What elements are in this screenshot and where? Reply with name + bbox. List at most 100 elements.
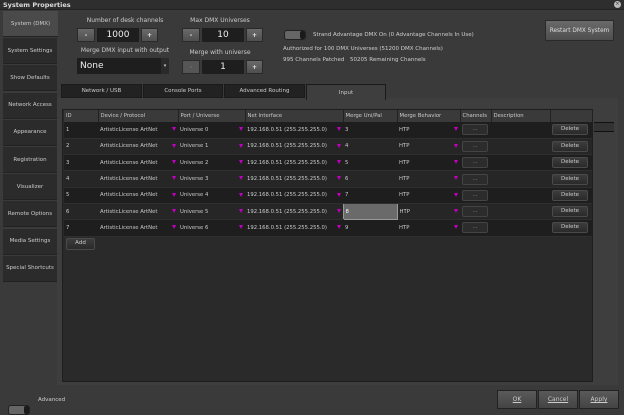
cell-merge[interactable]: 6 [343, 170, 397, 188]
cell-net[interactable]: 192.168.0.51 (255.255.255.0) [245, 203, 343, 221]
dropdown-arrow-icon[interactable] [454, 127, 458, 131]
cell-net[interactable]: 192.168.0.51 (255.255.255.0) [245, 138, 343, 156]
cell-device[interactable]: ArtisticLicense ArtNet [98, 203, 178, 221]
chevron-down-icon[interactable]: ▾ [161, 58, 169, 74]
dropdown-arrow-icon[interactable] [172, 160, 176, 165]
cell-desc[interactable] [491, 122, 550, 139]
cell-merge[interactable]: 7 [343, 187, 397, 204]
cell-port[interactable]: Universe 4 [178, 187, 245, 204]
cell-channels[interactable]: ... [460, 138, 491, 156]
dropdown-arrow-icon[interactable] [337, 192, 341, 197]
sidebar-item-visualizer[interactable]: Visualizer [3, 174, 57, 201]
max-universes-minus-button[interactable]: - [182, 28, 200, 42]
dropdown-arrow-icon[interactable] [172, 225, 176, 230]
dropdown-arrow-icon[interactable] [172, 192, 176, 197]
sidebar-item-system-dmx[interactable]: System (DMX) [3, 11, 58, 37]
cell-merge[interactable]: 4 [343, 138, 397, 156]
channels-button[interactable]: ... [462, 206, 488, 218]
channels-button[interactable]: ... [462, 140, 488, 152]
dropdown-arrow-icon[interactable] [337, 160, 341, 165]
sidebar-item-remote-options[interactable]: Remote Options [3, 201, 57, 228]
cell-merge[interactable]: 8 [342, 202, 398, 221]
cell-port[interactable]: Universe 1 [178, 138, 245, 156]
cell-merge[interactable]: 3 [343, 122, 397, 139]
column-header[interactable] [550, 110, 593, 122]
cell-channels[interactable]: ... [460, 170, 491, 188]
cell-merge[interactable]: 5 [343, 154, 397, 172]
cell-device[interactable]: ArtisticLicense ArtNet [98, 122, 178, 139]
advanced-toggle[interactable] [8, 405, 30, 415]
cell-device[interactable]: ArtisticLicense ArtNet [98, 187, 178, 204]
cell-device[interactable]: ArtisticLicense ArtNet [98, 219, 178, 237]
cell-desc[interactable] [491, 187, 550, 204]
channels-button[interactable]: ... [462, 124, 488, 136]
delete-button[interactable]: Delete [552, 189, 588, 201]
cell-desc[interactable] [491, 203, 550, 221]
cell-desc[interactable] [491, 154, 550, 172]
sidebar-item-appearance[interactable]: Appearance [3, 119, 57, 146]
cell-behavior[interactable]: HTP [397, 170, 460, 188]
channels-button[interactable]: ... [462, 189, 488, 201]
dropdown-arrow-icon[interactable] [337, 176, 341, 181]
add-button[interactable]: Add [66, 238, 95, 250]
sidebar-item-media-settings[interactable]: Media Settings [3, 228, 57, 255]
tab-console-ports[interactable]: Console Ports [143, 84, 223, 98]
column-header[interactable]: ID [64, 110, 99, 122]
merge-input-select[interactable]: None [77, 58, 161, 74]
delete-button[interactable]: Delete [552, 222, 588, 234]
cell-behavior[interactable]: HTP [397, 122, 460, 139]
tab-advanced-routing[interactable]: Advanced Routing [224, 84, 305, 98]
dropdown-arrow-icon[interactable] [239, 176, 243, 181]
merge-universe-minus-button[interactable]: - [182, 60, 200, 74]
delete-button[interactable]: Delete [552, 140, 588, 152]
cell-port[interactable]: Universe 6 [178, 219, 245, 237]
column-header[interactable]: Device / Protocol [98, 110, 179, 122]
column-header[interactable]: Description [491, 110, 551, 122]
cell-merge[interactable]: 9 [343, 219, 397, 237]
dropdown-arrow-icon[interactable] [239, 127, 243, 131]
channels-button[interactable]: ... [462, 173, 488, 185]
dropdown-arrow-icon[interactable] [336, 208, 341, 213]
dropdown-arrow-icon[interactable] [337, 127, 341, 131]
delete-button[interactable]: Delete [552, 206, 588, 218]
dropdown-arrow-icon[interactable] [172, 143, 176, 148]
scrollbar-handle[interactable] [594, 122, 614, 132]
cell-net[interactable]: 192.168.0.51 (255.255.255.0) [245, 122, 343, 139]
dropdown-arrow-icon[interactable] [239, 192, 243, 197]
cell-device[interactable]: ArtisticLicense ArtNet [98, 170, 178, 188]
dropdown-arrow-icon[interactable] [239, 225, 243, 230]
cell-behavior[interactable]: HTP [397, 187, 460, 204]
merge-universe-input[interactable]: 1 [202, 60, 244, 74]
column-header[interactable]: Net Interface [245, 110, 344, 122]
advantage-toggle[interactable] [284, 30, 306, 40]
cell-behavior[interactable]: HTP [397, 203, 460, 221]
cell-port[interactable]: Universe 5 [178, 203, 245, 221]
max-universes-plus-button[interactable]: + [246, 28, 263, 42]
dropdown-arrow-icon[interactable] [239, 160, 243, 165]
column-header[interactable]: Merge Behavior [397, 110, 461, 122]
sidebar-item-network-access[interactable]: Network Access [3, 92, 57, 119]
dropdown-arrow-icon[interactable] [239, 143, 243, 148]
sidebar-item-show-defaults[interactable]: Show Defaults [3, 65, 57, 92]
column-header[interactable]: Port / Universe [178, 110, 246, 122]
restart-dmx-button[interactable]: Restart DMX System [545, 20, 614, 41]
dropdown-arrow-icon[interactable] [454, 143, 458, 148]
ok-button[interactable]: OK [497, 390, 537, 409]
cell-channels[interactable]: ... [460, 154, 491, 172]
cell-channels[interactable]: ... [460, 219, 491, 237]
column-header[interactable]: Channels [460, 110, 492, 122]
cell-behavior[interactable]: HTP [397, 138, 460, 156]
apply-button[interactable]: Apply [579, 390, 619, 409]
cell-net[interactable]: 192.168.0.51 (255.255.255.0) [245, 219, 343, 237]
dropdown-arrow-icon[interactable] [172, 176, 176, 181]
cell-behavior[interactable]: HTP [397, 154, 460, 172]
dropdown-arrow-icon[interactable] [454, 192, 458, 197]
tab-input[interactable]: Input [306, 84, 386, 100]
column-header[interactable]: Merge Uni/Pal [343, 110, 398, 122]
cell-channels[interactable]: ... [460, 187, 491, 204]
sidebar-item-special-shortcuts[interactable]: Special Shortcuts [3, 255, 57, 282]
cell-desc[interactable] [491, 170, 550, 188]
dropdown-arrow-icon[interactable] [337, 143, 341, 148]
desk-channels-minus-button[interactable]: - [77, 28, 95, 42]
delete-button[interactable]: Delete [552, 173, 588, 185]
